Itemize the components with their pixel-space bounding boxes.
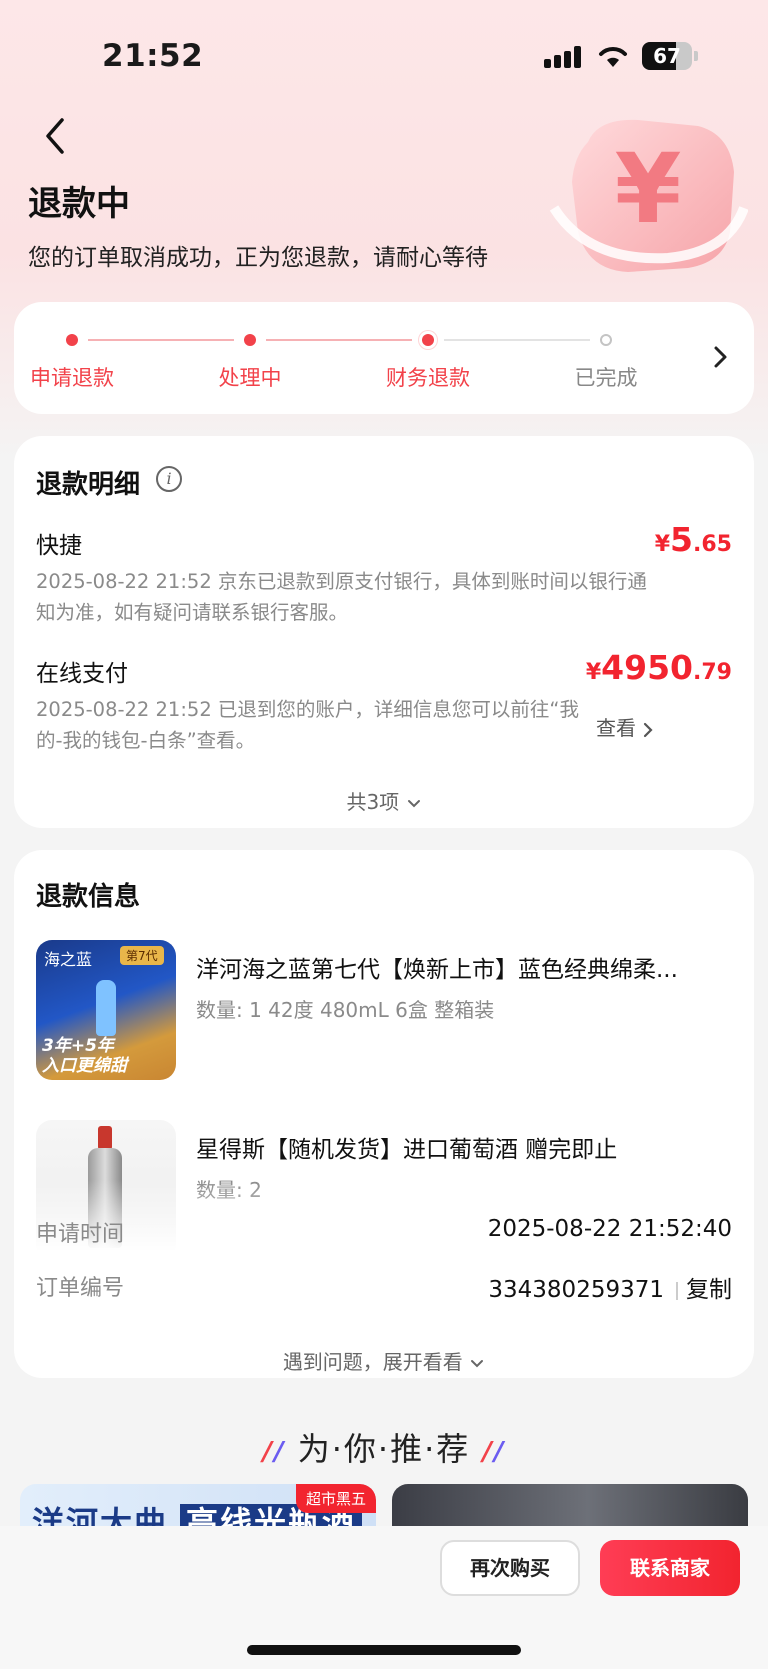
chevron-down-icon: [407, 799, 420, 807]
info-icon[interactable]: i: [156, 466, 182, 492]
slash-decoration-icon: /: [493, 1437, 506, 1467]
product-badge: 第7代: [120, 946, 164, 965]
refund-amount: ¥5.65: [654, 520, 732, 559]
refund-detail-card: 退款明细 i 快捷 ¥5.65 2025-08-22 21:52 京东已退款到原…: [14, 436, 754, 828]
refund-info-title: 退款信息: [36, 882, 141, 912]
promo-tag: 超市黑五: [295, 1484, 376, 1513]
order-number-value: 334380259371: [488, 1277, 664, 1303]
slash-decoration-icon: /: [482, 1437, 494, 1467]
refund-amount: ¥4950.79: [585, 648, 732, 687]
bottle-cap: [98, 1126, 112, 1150]
step-dot: [600, 334, 612, 346]
status-bar: 21:52 67: [0, 0, 768, 110]
payment-method-name: 快捷: [36, 533, 82, 559]
apply-time-label: 申请时间: [36, 1222, 125, 1247]
payment-description: 2025-08-22 21:52 京东已退款到原支付银行，具体到账时间以银行通知…: [36, 570, 647, 624]
refund-info-card: 退款信息 海之蓝 第7代 3年+5年 入口更绵甜 洋河海之蓝第七代【焕新上市】蓝…: [14, 850, 754, 1378]
step-label: 财务退款: [386, 366, 470, 390]
product-slogan: 3年+5年 入口更绵甜: [42, 1036, 127, 1076]
contact-seller-button[interactable]: 联系商家: [600, 1540, 740, 1596]
step-dot: [422, 334, 434, 346]
divider: [676, 1281, 678, 1300]
page-subtitle: 您的订单取消成功，正为您退款，请耐心等待: [28, 245, 488, 271]
step-dot: [244, 334, 256, 346]
product-title[interactable]: 星得斯【随机发货】进口葡萄酒 赠完即止: [196, 1130, 617, 1164]
expand-items-button[interactable]: 共3项: [14, 786, 754, 815]
refund-progress-card: 申请退款 处理中 财务退款 已完成: [14, 302, 754, 414]
chevron-down-icon: [471, 1359, 484, 1367]
battery-level: 67: [653, 44, 681, 68]
battery-icon: 67: [642, 42, 698, 70]
chevron-right-icon: [644, 722, 653, 737]
wifi-icon: [599, 47, 627, 67]
step-connector: [444, 339, 590, 341]
step-label: 已完成: [574, 366, 638, 390]
home-indicator: [247, 1645, 521, 1655]
step-label: 申请退款: [30, 366, 114, 390]
yuan-coin-illustration: ¥: [549, 119, 748, 272]
payment-description: 2025-08-22 21:52 已退到您的账户，详细信息您可以前往“我的-我的…: [36, 698, 580, 752]
cellular-signal-icon: [544, 46, 582, 68]
step-connector: [266, 339, 412, 341]
chevron-right-icon[interactable]: [710, 342, 732, 372]
product-image[interactable]: 海之蓝 第7代 3年+5年 入口更绵甜: [36, 940, 176, 1080]
slash-decoration-icon: /: [262, 1437, 275, 1467]
expand-problems-button[interactable]: 遇到问题，展开看看: [14, 1346, 754, 1375]
view-wallet-link[interactable]: 查看: [596, 712, 654, 741]
back-arrow-icon[interactable]: [40, 112, 74, 160]
step-label: 处理中: [218, 366, 282, 390]
product-spec: 数量: 1 42度 480mL 6盒 整箱装: [196, 998, 495, 1022]
step-connector: [88, 339, 234, 341]
buy-again-button[interactable]: 再次购买: [440, 1540, 580, 1596]
slash-decoration-icon: /: [274, 1437, 286, 1467]
coin-symbol: ¥: [615, 133, 682, 245]
copy-button[interactable]: 复制: [686, 1277, 732, 1303]
status-time: 21:52: [102, 38, 204, 74]
product-title[interactable]: 洋河海之蓝第七代【焕新上市】蓝色经典绵柔...: [196, 950, 678, 984]
recommend-title: // 为·你·推·荐 //: [262, 1430, 506, 1468]
product-brand-text: 海之蓝: [44, 950, 93, 969]
order-number-label: 订单编号: [36, 1276, 125, 1301]
refund-detail-title: 退款明细: [36, 470, 141, 500]
bottle-shape: [96, 980, 116, 1036]
payment-method-name: 在线支付: [36, 661, 128, 687]
page-title: 退款中: [28, 184, 130, 224]
order-number-row: 334380259371 复制: [488, 1270, 732, 1304]
apply-time-value: 2025-08-22 21:52:40: [487, 1216, 732, 1242]
step-dot: [66, 334, 78, 346]
